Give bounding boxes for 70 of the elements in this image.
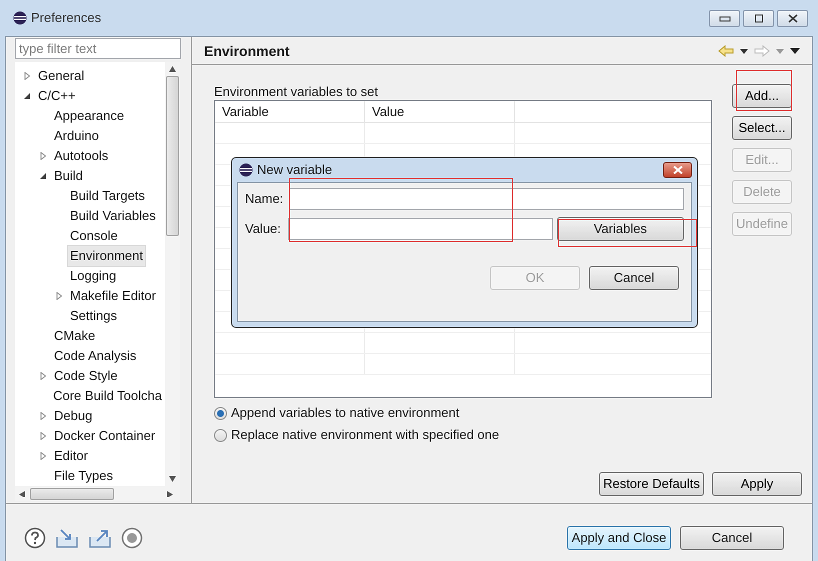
tree-item[interactable]: Code Analysis	[51, 345, 140, 367]
push-button[interactable]: Restore Defaults	[599, 472, 704, 496]
tree-item[interactable]: C/C++	[35, 85, 79, 107]
scroll-down-icon[interactable]	[169, 476, 176, 482]
collapsed-triangle-icon[interactable]	[55, 292, 63, 300]
tree-item[interactable]: Core Build Toolcha	[50, 385, 165, 407]
tree-item[interactable]: Debug	[51, 405, 96, 427]
push-button[interactable]: Apply and Close	[567, 526, 671, 550]
collapsed-triangle-icon[interactable]	[39, 152, 47, 160]
close-icon[interactable]	[663, 162, 692, 178]
push-button[interactable]: Apply	[712, 472, 802, 496]
radio-button[interactable]	[214, 406, 227, 420]
tree-item[interactable]: CMake	[51, 325, 98, 347]
forward-arrow-icon[interactable]	[754, 45, 770, 57]
collapsed-triangle-icon[interactable]	[39, 412, 47, 420]
window-title: Preferences	[31, 9, 102, 28]
tree-item[interactable]: Code Style	[51, 365, 121, 387]
maximize-icon[interactable]	[743, 10, 774, 26]
dialog-title: New variable	[257, 161, 332, 180]
push-button[interactable]: Select...	[732, 116, 792, 140]
tree-item[interactable]: General	[35, 65, 88, 87]
caret-icon[interactable]	[740, 48, 748, 54]
column-header[interactable]: Value	[365, 101, 515, 122]
option-label: Append variables to native environment	[231, 404, 460, 422]
eclipse-logo-icon	[239, 163, 253, 177]
collapsed-triangle-icon[interactable]	[39, 432, 47, 440]
tree-item[interactable]: Environment	[67, 245, 146, 267]
variables-button[interactable]: Variables	[556, 217, 684, 241]
page-title: Environment	[204, 42, 290, 60]
option-label: Replace native environment with specified one	[231, 426, 500, 444]
close-icon[interactable]	[777, 10, 808, 26]
minimize-icon[interactable]	[709, 10, 740, 26]
scroll-left-icon[interactable]	[19, 490, 26, 496]
column-header[interactable]: Variable	[215, 101, 365, 122]
collapsed-triangle-icon[interactable]	[23, 72, 31, 80]
record-icon[interactable]	[121, 526, 143, 548]
tree-item[interactable]: Makefile Editor	[67, 285, 159, 307]
eclipse-logo-icon	[13, 11, 27, 25]
scroll-up-icon[interactable]	[169, 66, 176, 72]
tree-item[interactable]: Editor	[51, 445, 91, 467]
push-button[interactable]: Cancel	[589, 266, 679, 290]
back-arrow-icon[interactable]	[718, 45, 734, 57]
collapsed-triangle-icon[interactable]	[39, 372, 47, 380]
tree-item[interactable]: File Types	[51, 465, 116, 486]
name-field[interactable]	[289, 188, 684, 210]
tree-item[interactable]: Build	[51, 165, 86, 187]
help-icon[interactable]	[24, 526, 46, 548]
import-icon[interactable]	[55, 526, 79, 548]
collapsed-triangle-icon[interactable]	[39, 452, 47, 460]
tree-item[interactable]: Build Variables	[67, 205, 159, 227]
tree-item[interactable]: Build Targets	[67, 185, 148, 207]
tree-item[interactable]: Console	[67, 225, 121, 247]
name-label: Name:	[245, 190, 284, 208]
tree-item[interactable]: Appearance	[51, 105, 128, 127]
tree-item[interactable]: Logging	[67, 265, 120, 287]
tree-item[interactable]: Settings	[67, 305, 120, 327]
push-button[interactable]: Add...	[732, 84, 792, 108]
tree-item[interactable]: Autotools	[51, 145, 112, 167]
filter-field[interactable]: type filter text	[15, 38, 181, 59]
expanded-triangle-icon[interactable]	[23, 92, 31, 100]
menu-caret-icon[interactable]	[790, 48, 800, 54]
tree-item[interactable]: Arduino	[51, 125, 102, 147]
table-label: Environment variables to set	[214, 83, 380, 98]
expanded-triangle-icon[interactable]	[39, 172, 47, 180]
value-label: Value:	[245, 220, 282, 238]
push-button[interactable]: Cancel	[680, 526, 784, 550]
value-field[interactable]	[288, 218, 553, 240]
radio-button[interactable]	[214, 428, 227, 442]
tree-item[interactable]: Docker Container	[51, 425, 158, 447]
scroll-right-icon[interactable]	[167, 490, 174, 496]
